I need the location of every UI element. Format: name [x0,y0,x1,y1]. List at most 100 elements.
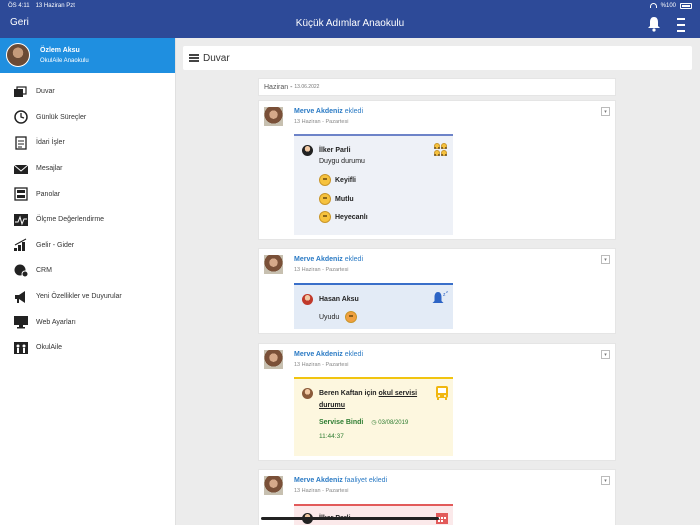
bar-chart-icon [12,238,29,252]
envelope-icon [12,162,29,176]
card-date: 13 Haziran - Pazartesi [294,119,349,125]
bus-icon [435,385,449,406]
status-time: ÖS 4:11 [8,2,30,9]
sleep-status: Uyudu [319,311,358,323]
sidebar-item-gelir[interactable]: Gelir - Gider [0,233,176,259]
chevron-down-icon[interactable]: ▾ [601,476,610,485]
mood-item: Heyecanlı [319,211,368,223]
sidebar-item-label: Panolar [36,190,61,198]
family-icon [12,341,29,355]
sidebar-item-yeni[interactable]: Yeni Özellikler ve Duyurular [0,284,176,310]
service-panel: Beren Kaftan için okul servisi durumu Ser… [294,377,453,456]
sidebar-item-label: Duvar [36,88,55,96]
author-avatar [264,255,283,274]
feed-card: Merve Akdeniz ekledi 13 Haziran - Pazart… [258,100,616,240]
status-date: 13 Haziran Pzt [35,2,75,9]
sidebar: Özlem Aksu OkulAile Anaokulu Duvar Günlü… [0,38,176,525]
mood-panel: İlker Parli Duygu durumu Keyifli Mutlu H… [294,134,453,235]
svg-text:z: z [446,290,448,294]
card-date: 13 Haziran - Pazartesi [294,267,349,273]
sidebar-item-mesajlar[interactable]: Mesajlar [0,156,176,182]
sidebar-item-label: İdari İşler [36,139,65,147]
card-author[interactable]: Merve Akdeniz ekledi [294,351,363,358]
monitor-icon [12,315,29,329]
sidebar-item-label: OkulAile [36,344,63,352]
megaphone-icon [12,290,29,304]
service-status: Servise Bindi [319,419,364,426]
month-date: 13.06.2022 [294,84,320,90]
crm-icon [12,264,29,278]
month-header: Haziran - 13.06.2022 [258,78,616,96]
wall-icon [12,85,29,99]
battery-percent: %100 [660,2,676,9]
person-row: İlker Parli [302,145,351,156]
person-icon [302,294,313,305]
sidebar-item-gunluk[interactable]: Günlük Süreçler [0,105,176,131]
sidebar-item-web[interactable]: Web Ayarları [0,309,176,335]
author-avatar [264,107,283,126]
chevron-down-icon[interactable]: ▾ [601,255,610,264]
service-link-2[interactable]: durumu [319,402,345,409]
activity-panel: İlker Parli [294,504,453,525]
person-row: Hasan Aksu [302,294,359,305]
chevron-down-icon[interactable]: ▾ [601,350,610,359]
mood-item: Keyifli [319,174,356,186]
profile-name: Özlem Aksu [40,47,80,54]
sidebar-item-duvar[interactable]: Duvar [0,79,176,105]
sidebar-item-label: Gelir - Gider [36,241,75,249]
nav-title: Küçük Adımlar Anaokulu [295,18,405,29]
sidebar-item-label: Mesajlar [36,165,63,173]
page-header: Duvar [183,46,692,70]
sidebar-item-label: Ölçme Değerlendirme [36,216,105,224]
sidebar-item-panolar[interactable]: Panolar [0,181,176,207]
card-author[interactable]: Merve Akdeniz ekledi [294,256,363,263]
chart-icon [12,213,29,227]
mood-subtitle: Duygu durumu [319,158,365,165]
bell-icon[interactable] [647,16,661,32]
menu-icon[interactable] [676,18,686,32]
mood-item: Mutlu [319,193,354,205]
service-time: 11:44:37 [319,433,344,440]
avatar [6,43,30,67]
clock-icon [12,110,29,125]
sleep-bell-icon: zz [431,289,449,311]
wifi-icon [649,3,657,8]
service-status-row: Servise Bindi ◷ 03/08/2019 [319,419,408,426]
sidebar-item-okulaile[interactable]: OkulAile [0,335,176,361]
sleep-panel: Hasan Aksu zz Uyudu [294,283,453,329]
profile-school: OkulAile Anaokulu [40,58,89,64]
card-author[interactable]: Merve Akdeniz faaliyet ekledi [294,477,387,484]
sidebar-item-idari[interactable]: İdari İşler [0,130,176,156]
battery-icon [680,2,692,9]
feed-card: Merve Akdeniz ekledi 13 Haziran - Pazart… [258,248,616,334]
feed-card: Merve Akdeniz ekledi 13 Haziran - Pazart… [258,343,616,461]
service-date: ◷ 03/08/2019 [371,420,409,426]
home-indicator[interactable] [261,517,439,520]
chevron-down-icon[interactable]: ▾ [601,107,610,116]
page-title: Duvar [203,52,230,64]
clipboard-icon [12,136,29,150]
emoji-group-icon [434,143,448,156]
sleepy-icon [345,311,358,323]
sidebar-item-label: Web Ayarları [36,318,76,326]
sidebar-item-label: CRM [36,267,52,275]
card-date: 13 Haziran - Pazartesi [294,488,349,494]
service-link[interactable]: okul servisi [379,390,418,397]
sidebar-item-crm[interactable]: CRM [0,258,176,284]
status-bar: ÖS 4:11 13 Haziran Pzt %100 [0,0,700,11]
sidebar-item-label: Yeni Özellikler ve Duyurular [36,293,122,301]
happy-icon [319,193,331,205]
clock-icon: ◷ [371,420,377,426]
month-label: Haziran - [264,83,293,91]
person-icon [302,388,313,399]
smile-icon [319,174,331,186]
list-icon [189,54,199,62]
board-icon [12,187,29,201]
sidebar-item-olcme[interactable]: Ölçme Değerlendirme [0,207,176,233]
author-avatar [264,350,283,369]
feed: Haziran - 13.06.2022 Merve Akdeniz ekled… [258,78,616,525]
excited-icon [319,211,331,223]
card-date: 13 Haziran - Pazartesi [294,362,349,368]
profile-card[interactable]: Özlem Aksu OkulAile Anaokulu [0,38,175,73]
card-author[interactable]: Merve Akdeniz ekledi [294,108,363,115]
